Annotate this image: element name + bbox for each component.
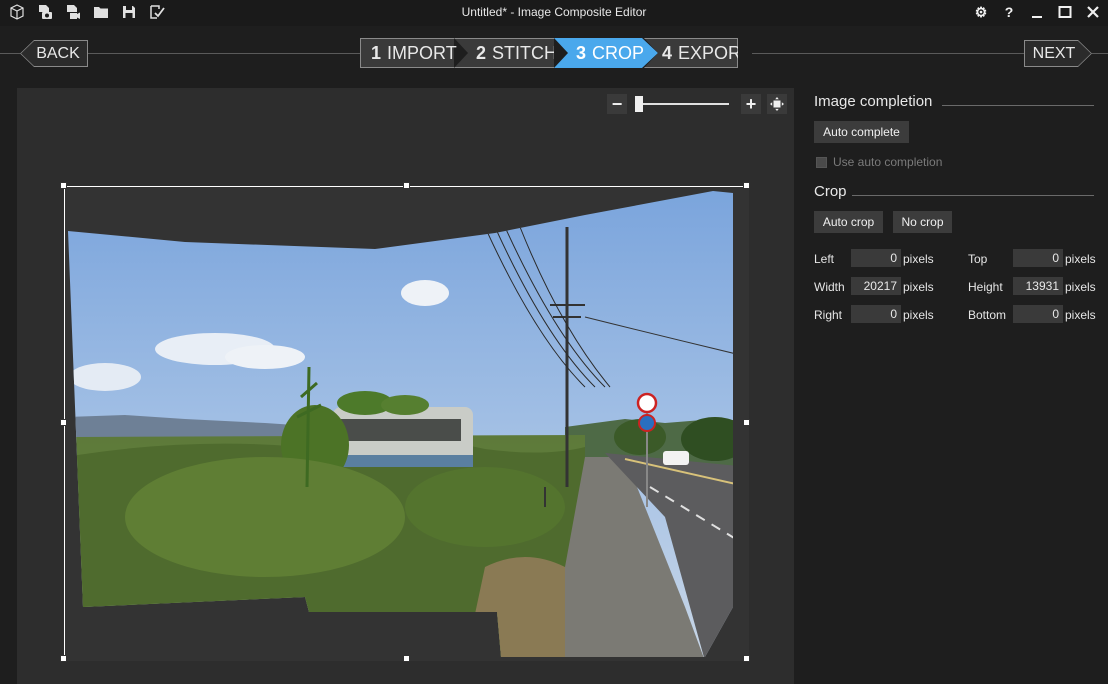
step-stitch[interactable]: 2 STITCH — [454, 38, 554, 68]
top-label: Top — [968, 252, 988, 266]
top-input[interactable]: 0 — [1013, 249, 1063, 267]
width-unit: pixels — [903, 280, 934, 294]
step-number: 4 — [662, 42, 673, 63]
crop-handle-right[interactable] — [743, 419, 750, 426]
zoom-control: − + — [607, 92, 789, 116]
divider — [1092, 53, 1108, 54]
step-number: 3 — [576, 42, 587, 63]
image-completion-title: Image completion — [814, 93, 933, 110]
right-label: Right — [814, 308, 843, 322]
step-label: IMPORT — [387, 42, 457, 63]
crop-handle-bottom[interactable] — [403, 655, 410, 662]
next-button-border[interactable]: NEXT — [1024, 40, 1092, 67]
crop-handle-left[interactable] — [60, 419, 67, 426]
height-label: Height — [968, 280, 1003, 294]
steps: 1 IMPORT 2 STITCH 3 CROP 4 EXPORT — [360, 38, 738, 68]
step-import[interactable]: 1 IMPORT — [360, 38, 457, 68]
settings-panel: Image completion Auto complete Use auto … — [814, 88, 1104, 684]
crop-canvas[interactable]: − + — [17, 88, 794, 684]
width-label: Width — [814, 280, 845, 294]
crop-title: Crop — [814, 183, 847, 200]
fit-to-window-icon[interactable] — [767, 94, 787, 114]
step-export[interactable]: 4 EXPORT — [644, 38, 738, 68]
divider — [852, 195, 1094, 196]
height-input[interactable]: 13931 — [1013, 277, 1063, 295]
auto-crop-button[interactable]: Auto crop — [814, 211, 883, 233]
crop-handle-top-left[interactable] — [60, 182, 67, 189]
checkbox-box[interactable] — [816, 156, 827, 168]
zoom-in-button[interactable]: + — [741, 94, 761, 114]
next-button[interactable]: NEXT — [1025, 41, 1091, 66]
crop-handle-bottom-left[interactable] — [60, 655, 67, 662]
image-composite-editor: Untitled* - Image Composite Editor ⚙ ? B… — [0, 0, 1108, 684]
back-button-border[interactable]: BACK — [20, 40, 88, 67]
right-input[interactable]: 0 — [851, 305, 901, 323]
bottom-unit: pixels — [1065, 308, 1096, 322]
left-input[interactable]: 0 — [851, 249, 901, 267]
divider — [942, 105, 1094, 106]
left-label: Left — [814, 252, 835, 266]
step-crop[interactable]: 3 CROP — [554, 38, 658, 68]
settings-gear-icon[interactable]: ⚙ — [974, 3, 988, 21]
divider — [0, 53, 20, 54]
workflow-step-bar: BACK 1 IMPORT 2 STITCH 3 CROP 4 EXPORT N… — [0, 26, 1108, 82]
window-title: Untitled* - Image Composite Editor — [461, 5, 647, 19]
zoom-slider-thumb[interactable] — [635, 96, 643, 112]
width-input[interactable]: 20217 — [851, 277, 901, 295]
bottom-input[interactable]: 0 — [1013, 305, 1063, 323]
step-label: STITCH — [492, 42, 558, 63]
help-icon[interactable]: ? — [1002, 3, 1016, 21]
crop-handle-bottom-right[interactable] — [743, 655, 750, 662]
back-button[interactable]: BACK — [21, 41, 87, 66]
checkbox-label: Use auto completion — [833, 155, 943, 169]
top-unit: pixels — [1065, 252, 1096, 266]
crop-handle-top-right[interactable] — [743, 182, 750, 189]
step-label: EXPORT — [678, 42, 752, 63]
close-button[interactable] — [1086, 3, 1100, 21]
zoom-out-button[interactable]: − — [607, 94, 627, 114]
left-unit: pixels — [903, 252, 934, 266]
no-crop-button[interactable]: No crop — [893, 211, 952, 233]
divider — [752, 53, 1024, 54]
title-bar: Untitled* - Image Composite Editor ⚙ ? — [0, 0, 1108, 26]
step-number: 1 — [371, 42, 382, 63]
use-auto-completion-checkbox[interactable]: Use auto completion — [816, 155, 942, 169]
height-unit: pixels — [1065, 280, 1096, 294]
panorama-image — [65, 187, 749, 661]
maximize-button[interactable] — [1058, 3, 1072, 21]
crop-handle-top[interactable] — [403, 182, 410, 189]
divider — [88, 53, 360, 54]
step-number: 2 — [476, 42, 487, 63]
bottom-label: Bottom — [968, 308, 1007, 322]
minimize-button[interactable] — [1030, 3, 1044, 21]
zoom-slider-track[interactable] — [639, 103, 729, 105]
window-controls: ⚙ ? — [974, 3, 1100, 21]
auto-complete-button[interactable]: Auto complete — [814, 121, 909, 143]
step-label: CROP — [592, 42, 645, 63]
right-unit: pixels — [903, 308, 934, 322]
crop-rectangle[interactable] — [60, 182, 750, 662]
